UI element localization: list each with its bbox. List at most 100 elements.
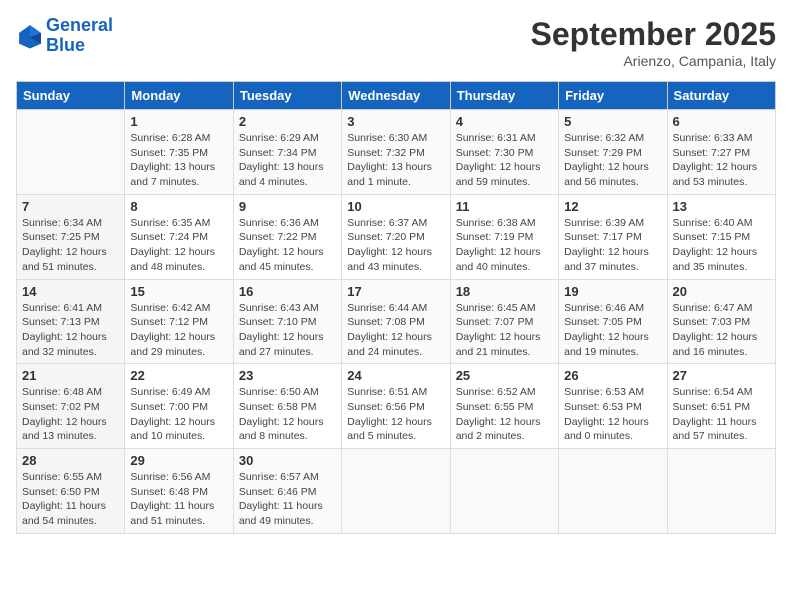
- day-number: 2: [239, 114, 336, 129]
- day-detail: Sunrise: 6:38 AMSunset: 7:19 PMDaylight:…: [456, 216, 553, 275]
- day-detail: Sunrise: 6:57 AMSunset: 6:46 PMDaylight:…: [239, 470, 336, 529]
- day-detail: Sunrise: 6:39 AMSunset: 7:17 PMDaylight:…: [564, 216, 661, 275]
- weekday-header-row: SundayMondayTuesdayWednesdayThursdayFrid…: [17, 82, 776, 110]
- title-block: September 2025 Arienzo, Campania, Italy: [531, 16, 776, 69]
- day-detail: Sunrise: 6:30 AMSunset: 7:32 PMDaylight:…: [347, 131, 444, 190]
- week-row-2: 7Sunrise: 6:34 AMSunset: 7:25 PMDaylight…: [17, 194, 776, 279]
- day-cell: 5 Sunrise: 6:32 AMSunset: 7:29 PMDaylight…: [559, 110, 667, 195]
- day-cell: 28 Sunrise: 6:55 AMSunset: 6:50 PMDayligh…: [17, 449, 125, 534]
- day-cell: 11 Sunrise: 6:38 AMSunset: 7:19 PMDayligh…: [450, 194, 558, 279]
- day-cell: 9 Sunrise: 6:36 AMSunset: 7:22 PMDaylight…: [233, 194, 341, 279]
- calendar-table: SundayMondayTuesdayWednesdayThursdayFrid…: [16, 81, 776, 534]
- day-number: 10: [347, 199, 444, 214]
- day-number: 1: [130, 114, 227, 129]
- day-cell: 23Sunrise: 6:50 AMSunset: 6:58 PMDayligh…: [233, 364, 341, 449]
- day-number: 15: [130, 284, 227, 299]
- day-detail: Sunrise: 6:46 AMSunset: 7:05 PMDaylight:…: [564, 301, 661, 360]
- day-cell: 1Sunrise: 6:28 AMSunset: 7:35 PMDaylight…: [125, 110, 233, 195]
- day-number: 24: [347, 368, 444, 383]
- week-row-4: 21 Sunrise: 6:48 AMSunset: 7:02 PMDayligh…: [17, 364, 776, 449]
- logo-general: General: [46, 15, 113, 35]
- day-cell: 18 Sunrise: 6:45 AMSunset: 7:07 PMDayligh…: [450, 279, 558, 364]
- day-cell: [17, 110, 125, 195]
- day-cell: 4 Sunrise: 6:31 AMSunset: 7:30 PMDaylight…: [450, 110, 558, 195]
- day-cell: 8Sunrise: 6:35 AMSunset: 7:24 PMDaylight…: [125, 194, 233, 279]
- day-cell: [450, 449, 558, 534]
- day-number: 30: [239, 453, 336, 468]
- day-cell: 29Sunrise: 6:56 AMSunset: 6:48 PMDayligh…: [125, 449, 233, 534]
- day-cell: [559, 449, 667, 534]
- day-detail: Sunrise: 6:52 AMSunset: 6:55 PMDaylight:…: [456, 385, 553, 444]
- day-cell: 26Sunrise: 6:53 AMSunset: 6:53 PMDayligh…: [559, 364, 667, 449]
- weekday-header-tuesday: Tuesday: [233, 82, 341, 110]
- day-detail: Sunrise: 6:35 AMSunset: 7:24 PMDaylight:…: [130, 216, 227, 275]
- day-number: 18: [456, 284, 553, 299]
- day-cell: 25 Sunrise: 6:52 AMSunset: 6:55 PMDayligh…: [450, 364, 558, 449]
- day-number: 22: [130, 368, 227, 383]
- day-cell: 2 Sunrise: 6:29 AMSunset: 7:34 PMDaylight…: [233, 110, 341, 195]
- day-detail: Sunrise: 6:37 AMSunset: 7:20 PMDaylight:…: [347, 216, 444, 275]
- day-detail: Sunrise: 6:48 AMSunset: 7:02 PMDaylight:…: [22, 385, 119, 444]
- day-cell: 24 Sunrise: 6:51 AMSunset: 6:56 PMDayligh…: [342, 364, 450, 449]
- week-row-3: 14 Sunrise: 6:41 AMSunset: 7:13 PMDayligh…: [17, 279, 776, 364]
- day-cell: 27 Sunrise: 6:54 AMSunset: 6:51 PMDayligh…: [667, 364, 775, 449]
- day-cell: 3 Sunrise: 6:30 AMSunset: 7:32 PMDaylight…: [342, 110, 450, 195]
- day-detail: Sunrise: 6:51 AMSunset: 6:56 PMDaylight:…: [347, 385, 444, 444]
- page-header: General Blue September 2025 Arienzo, Cam…: [16, 16, 776, 69]
- day-detail: Sunrise: 6:36 AMSunset: 7:22 PMDaylight:…: [239, 216, 336, 275]
- day-cell: 7Sunrise: 6:34 AMSunset: 7:25 PMDaylight…: [17, 194, 125, 279]
- day-detail: Sunrise: 6:32 AMSunset: 7:29 PMDaylight:…: [564, 131, 661, 190]
- day-number: 19: [564, 284, 661, 299]
- day-number: 9: [239, 199, 336, 214]
- month-title: September 2025: [531, 16, 776, 53]
- day-number: 13: [673, 199, 770, 214]
- weekday-header-saturday: Saturday: [667, 82, 775, 110]
- week-row-5: 28 Sunrise: 6:55 AMSunset: 6:50 PMDayligh…: [17, 449, 776, 534]
- day-detail: Sunrise: 6:43 AMSunset: 7:10 PMDaylight:…: [239, 301, 336, 360]
- day-detail: Sunrise: 6:45 AMSunset: 7:07 PMDaylight:…: [456, 301, 553, 360]
- day-cell: 16 Sunrise: 6:43 AMSunset: 7:10 PMDayligh…: [233, 279, 341, 364]
- day-number: 21: [22, 368, 119, 383]
- day-number: 28: [22, 453, 119, 468]
- day-cell: 10 Sunrise: 6:37 AMSunset: 7:20 PMDayligh…: [342, 194, 450, 279]
- day-detail: Sunrise: 6:40 AMSunset: 7:15 PMDaylight:…: [673, 216, 770, 275]
- logo-icon: [16, 22, 44, 50]
- day-number: 17: [347, 284, 444, 299]
- day-detail: Sunrise: 6:34 AMSunset: 7:25 PMDaylight:…: [22, 216, 119, 275]
- logo: General Blue: [16, 16, 113, 56]
- day-number: 14: [22, 284, 119, 299]
- day-detail: Sunrise: 6:50 AMSunset: 6:58 PMDaylight:…: [239, 385, 336, 444]
- weekday-header-sunday: Sunday: [17, 82, 125, 110]
- day-detail: Sunrise: 6:33 AMSunset: 7:27 PMDaylight:…: [673, 131, 770, 190]
- day-detail: Sunrise: 6:55 AMSunset: 6:50 PMDaylight:…: [22, 470, 119, 529]
- day-cell: 21 Sunrise: 6:48 AMSunset: 7:02 PMDayligh…: [17, 364, 125, 449]
- day-detail: Sunrise: 6:49 AMSunset: 7:00 PMDaylight:…: [130, 385, 227, 444]
- day-cell: [667, 449, 775, 534]
- day-cell: 17Sunrise: 6:44 AMSunset: 7:08 PMDayligh…: [342, 279, 450, 364]
- day-cell: [342, 449, 450, 534]
- day-cell: 13 Sunrise: 6:40 AMSunset: 7:15 PMDayligh…: [667, 194, 775, 279]
- day-number: 4: [456, 114, 553, 129]
- day-number: 25: [456, 368, 553, 383]
- weekday-header-friday: Friday: [559, 82, 667, 110]
- day-number: 6: [673, 114, 770, 129]
- day-number: 5: [564, 114, 661, 129]
- day-number: 16: [239, 284, 336, 299]
- day-detail: Sunrise: 6:54 AMSunset: 6:51 PMDaylight:…: [673, 385, 770, 444]
- day-detail: Sunrise: 6:29 AMSunset: 7:34 PMDaylight:…: [239, 131, 336, 190]
- day-detail: Sunrise: 6:41 AMSunset: 7:13 PMDaylight:…: [22, 301, 119, 360]
- day-detail: Sunrise: 6:47 AMSunset: 7:03 PMDaylight:…: [673, 301, 770, 360]
- location-subtitle: Arienzo, Campania, Italy: [531, 53, 776, 69]
- day-cell: 12 Sunrise: 6:39 AMSunset: 7:17 PMDayligh…: [559, 194, 667, 279]
- day-number: 11: [456, 199, 553, 214]
- day-detail: Sunrise: 6:56 AMSunset: 6:48 PMDaylight:…: [130, 470, 227, 529]
- day-number: 3: [347, 114, 444, 129]
- day-cell: 19 Sunrise: 6:46 AMSunset: 7:05 PMDayligh…: [559, 279, 667, 364]
- weekday-header-thursday: Thursday: [450, 82, 558, 110]
- day-detail: Sunrise: 6:31 AMSunset: 7:30 PMDaylight:…: [456, 131, 553, 190]
- day-number: 12: [564, 199, 661, 214]
- day-number: 26: [564, 368, 661, 383]
- day-number: 27: [673, 368, 770, 383]
- day-cell: 14 Sunrise: 6:41 AMSunset: 7:13 PMDayligh…: [17, 279, 125, 364]
- logo-blue: Blue: [46, 35, 85, 55]
